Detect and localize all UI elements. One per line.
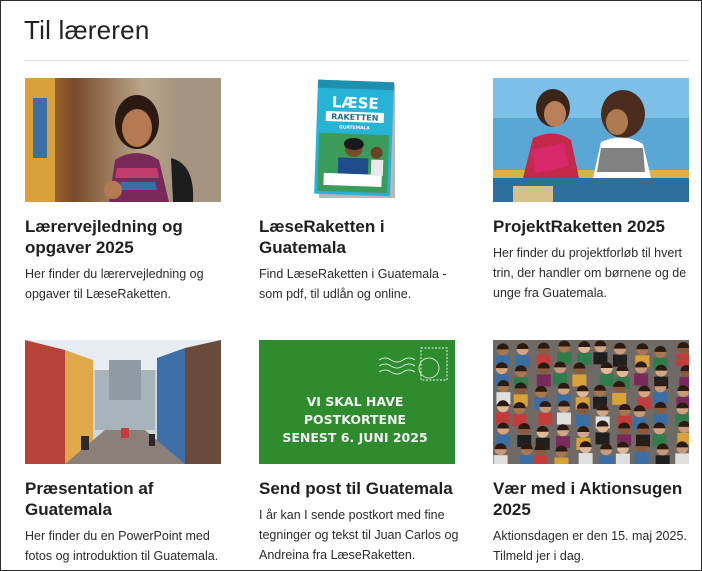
card-send-post[interactable]: VI SKAL HAVE POSTKORTENE SENEST 6. JUNI … [259, 340, 459, 565]
card-description: I år kan I sende postkort med fine tegni… [259, 508, 459, 562]
card-image-colorful-street[interactable] [25, 340, 221, 464]
card-description: Aktionsdagen er den 15. maj 2025. Tilmel… [493, 529, 687, 563]
title-divider [24, 60, 689, 61]
banner-line2: POSTKORTENE [304, 412, 406, 427]
teacher-section: Til læreren Lærervejledning og opgaver 2… [0, 0, 702, 571]
banner-line3: SENEST 6. JUNI 2025 [282, 430, 427, 445]
cover-title-line2: RAKETTEN [331, 112, 379, 123]
banner-line1: VI SKAL HAVE [307, 394, 404, 409]
cover-title-line1: LÆSE [332, 93, 379, 113]
card-description: Her finder du projektforløb til hvert tr… [493, 246, 687, 300]
card-image-two-girls-reading[interactable] [493, 78, 689, 202]
card-action-week[interactable]: Vær med i Aktionsugen 2025 Aktionsdagen … [493, 340, 693, 566]
card-image-crowd-of-children[interactable] [493, 340, 689, 464]
card-title[interactable]: Vær med i Aktionsugen 2025 [493, 478, 693, 520]
card-description: Find LæseRaketten i Guatemala - som pdf,… [259, 267, 447, 301]
card-description: Her finder du en PowerPoint med fotos og… [25, 529, 219, 563]
card-title[interactable]: Send post til Guatemala [259, 478, 459, 499]
card-description: Her finder du lærervejledning og opgaver… [25, 267, 204, 301]
card-title[interactable]: ProjektRaketten 2025 [493, 216, 693, 237]
card-presentation[interactable]: Præsentation af Guatemala Her finder du … [25, 340, 225, 566]
section-title: Til læreren [24, 15, 150, 45]
card-title[interactable]: Lærervejledning og opgaver 2025 [25, 216, 225, 258]
card-title[interactable]: Præsentation af Guatemala [25, 478, 225, 520]
card-project[interactable]: ProjektRaketten 2025 Her finder du proje… [493, 78, 693, 303]
card-teacher-guide[interactable]: Lærervejledning og opgaver 2025 Her find… [25, 78, 225, 304]
card-image-magazine-cover[interactable]: LÆSE RAKETTEN GUATEMALA [259, 78, 455, 202]
cover-subtitle: GUATEMALA [339, 124, 371, 131]
card-title[interactable]: LæseRaketten i Guatemala [259, 216, 459, 258]
card-image-girl-with-backpack[interactable] [25, 78, 221, 202]
card-magazine[interactable]: LÆSE RAKETTEN GUATEMALA LæseRaketten i G… [259, 78, 459, 304]
card-image-green-postcard-banner[interactable]: VI SKAL HAVE POSTKORTENE SENEST 6. JUNI … [259, 340, 455, 464]
